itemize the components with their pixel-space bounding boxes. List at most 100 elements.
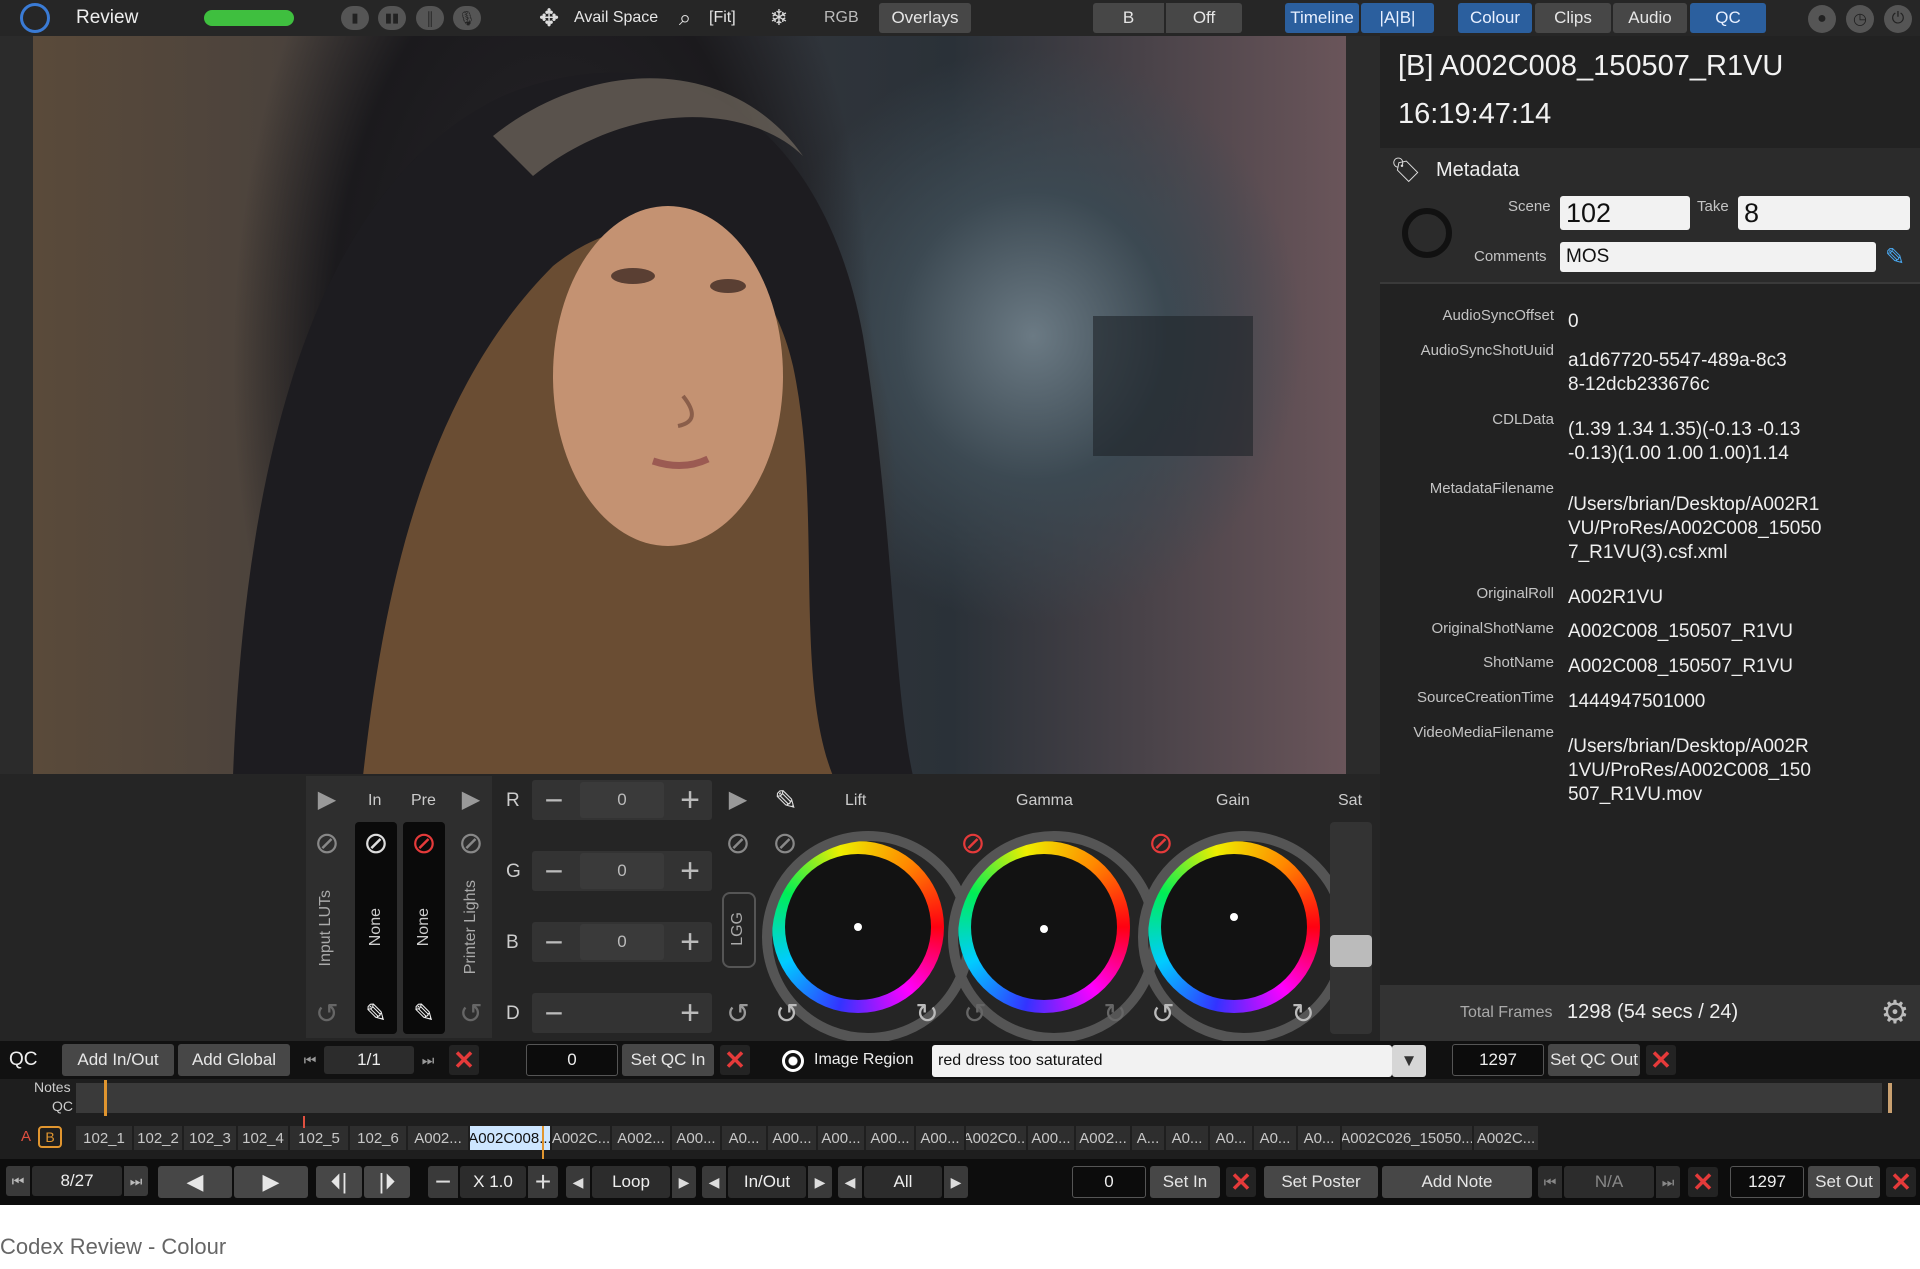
in-cancel-icon[interactable]	[1226, 1167, 1256, 1197]
clip-position-field[interactable]: 8/27	[32, 1166, 122, 1196]
note-position-field[interactable]: N/A	[1564, 1166, 1654, 1198]
sat-slider-track[interactable]	[1330, 822, 1372, 1034]
play-reverse-button[interactable]: ◀	[158, 1166, 232, 1198]
reset-printer-icon[interactable]: ↺	[454, 998, 488, 1029]
tab-clips[interactable]: Clips	[1535, 3, 1611, 33]
step-back-button[interactable]: ⏴|	[316, 1166, 362, 1198]
fit-label[interactable]: [Fit]	[709, 9, 736, 27]
timeline-clip[interactable]: A0...	[722, 1126, 766, 1150]
play-forward-button[interactable]: ▶	[234, 1166, 308, 1198]
image-region-radio[interactable]	[782, 1050, 804, 1072]
b-minus-icon[interactable]: −	[534, 924, 574, 960]
gain-wheel[interactable]	[1138, 831, 1350, 1043]
clip-next-icon[interactable]: ⏭	[124, 1166, 148, 1196]
play-luts-icon[interactable]: ▶	[314, 786, 340, 813]
timeline-clip[interactable]: A0...	[1210, 1126, 1252, 1150]
view-mode-2-icon[interactable]: ▮▮	[378, 6, 406, 30]
play-printer-icon[interactable]: ▶	[458, 786, 484, 813]
timeline-clip[interactable]: A002...	[408, 1126, 468, 1150]
timeline-clip[interactable]: 102_1	[76, 1126, 132, 1150]
timeline-button[interactable]: Timeline	[1285, 3, 1359, 33]
clip-prev-icon[interactable]: ⏮	[6, 1166, 30, 1196]
g-minus-icon[interactable]: −	[534, 853, 574, 889]
timeline-clip[interactable]: A002C026_15050...	[1342, 1126, 1472, 1150]
timeline-clip[interactable]: 102_6	[350, 1126, 406, 1150]
in-lut-edit-icon[interactable]: ✎	[358, 998, 394, 1028]
lift-wheel[interactable]	[762, 831, 974, 1043]
all-next-icon[interactable]: ▶	[944, 1166, 968, 1198]
timer-icon[interactable]: ◷	[1846, 5, 1874, 33]
zoom-icon[interactable]: ⌕	[672, 5, 698, 31]
all-prev-icon[interactable]: ◀	[838, 1166, 862, 1198]
qc-cancel-icon[interactable]	[449, 1045, 479, 1075]
qc-note-dropdown[interactable]: ▼	[1392, 1045, 1426, 1077]
b-value[interactable]: 0	[580, 924, 664, 960]
microphone-icon[interactable]: 🎙	[453, 6, 481, 30]
qc-in-cancel-icon[interactable]	[720, 1045, 750, 1075]
add-global-button[interactable]: Add Global	[178, 1044, 290, 1076]
d-plus-icon[interactable]: +	[670, 994, 710, 1032]
qc-note-input[interactable]: red dress too saturated	[932, 1045, 1392, 1077]
ab-button[interactable]: |A|B|	[1361, 3, 1434, 33]
note-cancel-icon[interactable]	[1688, 1167, 1718, 1197]
qc-in-field[interactable]: 0	[526, 1044, 618, 1076]
tab-qc[interactable]: QC	[1690, 3, 1766, 33]
timeline-clip[interactable]: A00...	[768, 1126, 816, 1150]
set-poster-button[interactable]: Set Poster	[1264, 1166, 1378, 1198]
playhead[interactable]	[542, 1126, 544, 1162]
timeline-clip[interactable]: 102_3	[184, 1126, 236, 1150]
inout-next-icon[interactable]: ▶	[808, 1166, 832, 1198]
off-button[interactable]: Off	[1166, 3, 1242, 33]
set-qc-in-button[interactable]: Set QC In	[622, 1044, 714, 1076]
in-lut-bypass-icon[interactable]: ⊘	[360, 827, 392, 860]
timeline-clip[interactable]: A00...	[672, 1126, 720, 1150]
tab-audio[interactable]: Audio	[1613, 3, 1687, 33]
timeline-clip[interactable]: A00...	[818, 1126, 864, 1150]
bypass-lgg-icon[interactable]: ⊘	[723, 827, 753, 860]
reset-gamma-right-icon[interactable]: ↻	[1098, 998, 1132, 1029]
d-minus-icon[interactable]: −	[534, 995, 574, 1031]
loop-next-icon[interactable]: ▶	[672, 1166, 696, 1198]
g-value[interactable]: 0	[580, 853, 664, 889]
inout-select[interactable]: In/Out	[728, 1166, 806, 1198]
bypass-gamma-icon[interactable]: ⊘	[958, 827, 988, 860]
timeline-clip[interactable]: A002...	[1076, 1126, 1130, 1150]
inout-prev-icon[interactable]: ◀	[702, 1166, 726, 1198]
video-frame[interactable]	[33, 36, 1346, 774]
move-icon[interactable]: ✥	[536, 5, 562, 32]
timeline-clip[interactable]: 102_4	[238, 1126, 288, 1150]
timeline-clip[interactable]: A002C...	[552, 1126, 610, 1150]
set-out-button[interactable]: Set Out	[1808, 1166, 1880, 1198]
scene-field[interactable]: 102	[1560, 196, 1690, 230]
settings-icon[interactable]: ●	[1808, 5, 1836, 33]
all-select[interactable]: All	[864, 1166, 942, 1198]
r-value[interactable]: 0	[580, 782, 664, 818]
out-point-field[interactable]: 1297	[1730, 1166, 1804, 1198]
track-b-badge[interactable]: B	[38, 1126, 62, 1148]
app-logo-icon[interactable]	[20, 3, 50, 33]
set-in-button[interactable]: Set In	[1150, 1166, 1220, 1198]
timeline-clip[interactable]: A0...	[1254, 1126, 1296, 1150]
r-minus-icon[interactable]: −	[534, 782, 574, 818]
note-prev-icon[interactable]: ⏮	[1538, 1166, 1562, 1198]
edit-lgg-icon[interactable]: ✎	[768, 784, 804, 816]
qc-out-field[interactable]: 1297	[1452, 1044, 1544, 1076]
b-plus-icon[interactable]: +	[670, 923, 710, 961]
qc-out-cancel-icon[interactable]	[1646, 1045, 1676, 1075]
loop-select[interactable]: Loop	[592, 1166, 670, 1198]
timeline-clip[interactable]: A00...	[1028, 1126, 1074, 1150]
set-qc-out-button[interactable]: Set QC Out	[1548, 1044, 1640, 1076]
view-mode-3-icon[interactable]: ║	[416, 6, 444, 30]
timeline-clip[interactable]: 102_5	[290, 1126, 348, 1150]
r-plus-icon[interactable]: +	[670, 781, 710, 819]
timeline-clip[interactable]: A...	[1132, 1126, 1164, 1150]
speed-minus-icon[interactable]: −	[428, 1166, 458, 1198]
bypass-gain-icon[interactable]: ⊘	[1146, 827, 1176, 860]
gamma-wheel[interactable]	[948, 831, 1160, 1043]
pre-lut-edit-icon[interactable]: ✎	[406, 998, 442, 1028]
reset-lift-right-icon[interactable]: ↻	[910, 998, 944, 1029]
view-mode-1-icon[interactable]: ▮	[341, 6, 369, 30]
speed-field[interactable]: X 1.0	[460, 1166, 526, 1198]
pre-lut-bypass-icon[interactable]: ⊘	[408, 827, 440, 860]
loop-prev-icon[interactable]: ◀	[566, 1166, 590, 1198]
